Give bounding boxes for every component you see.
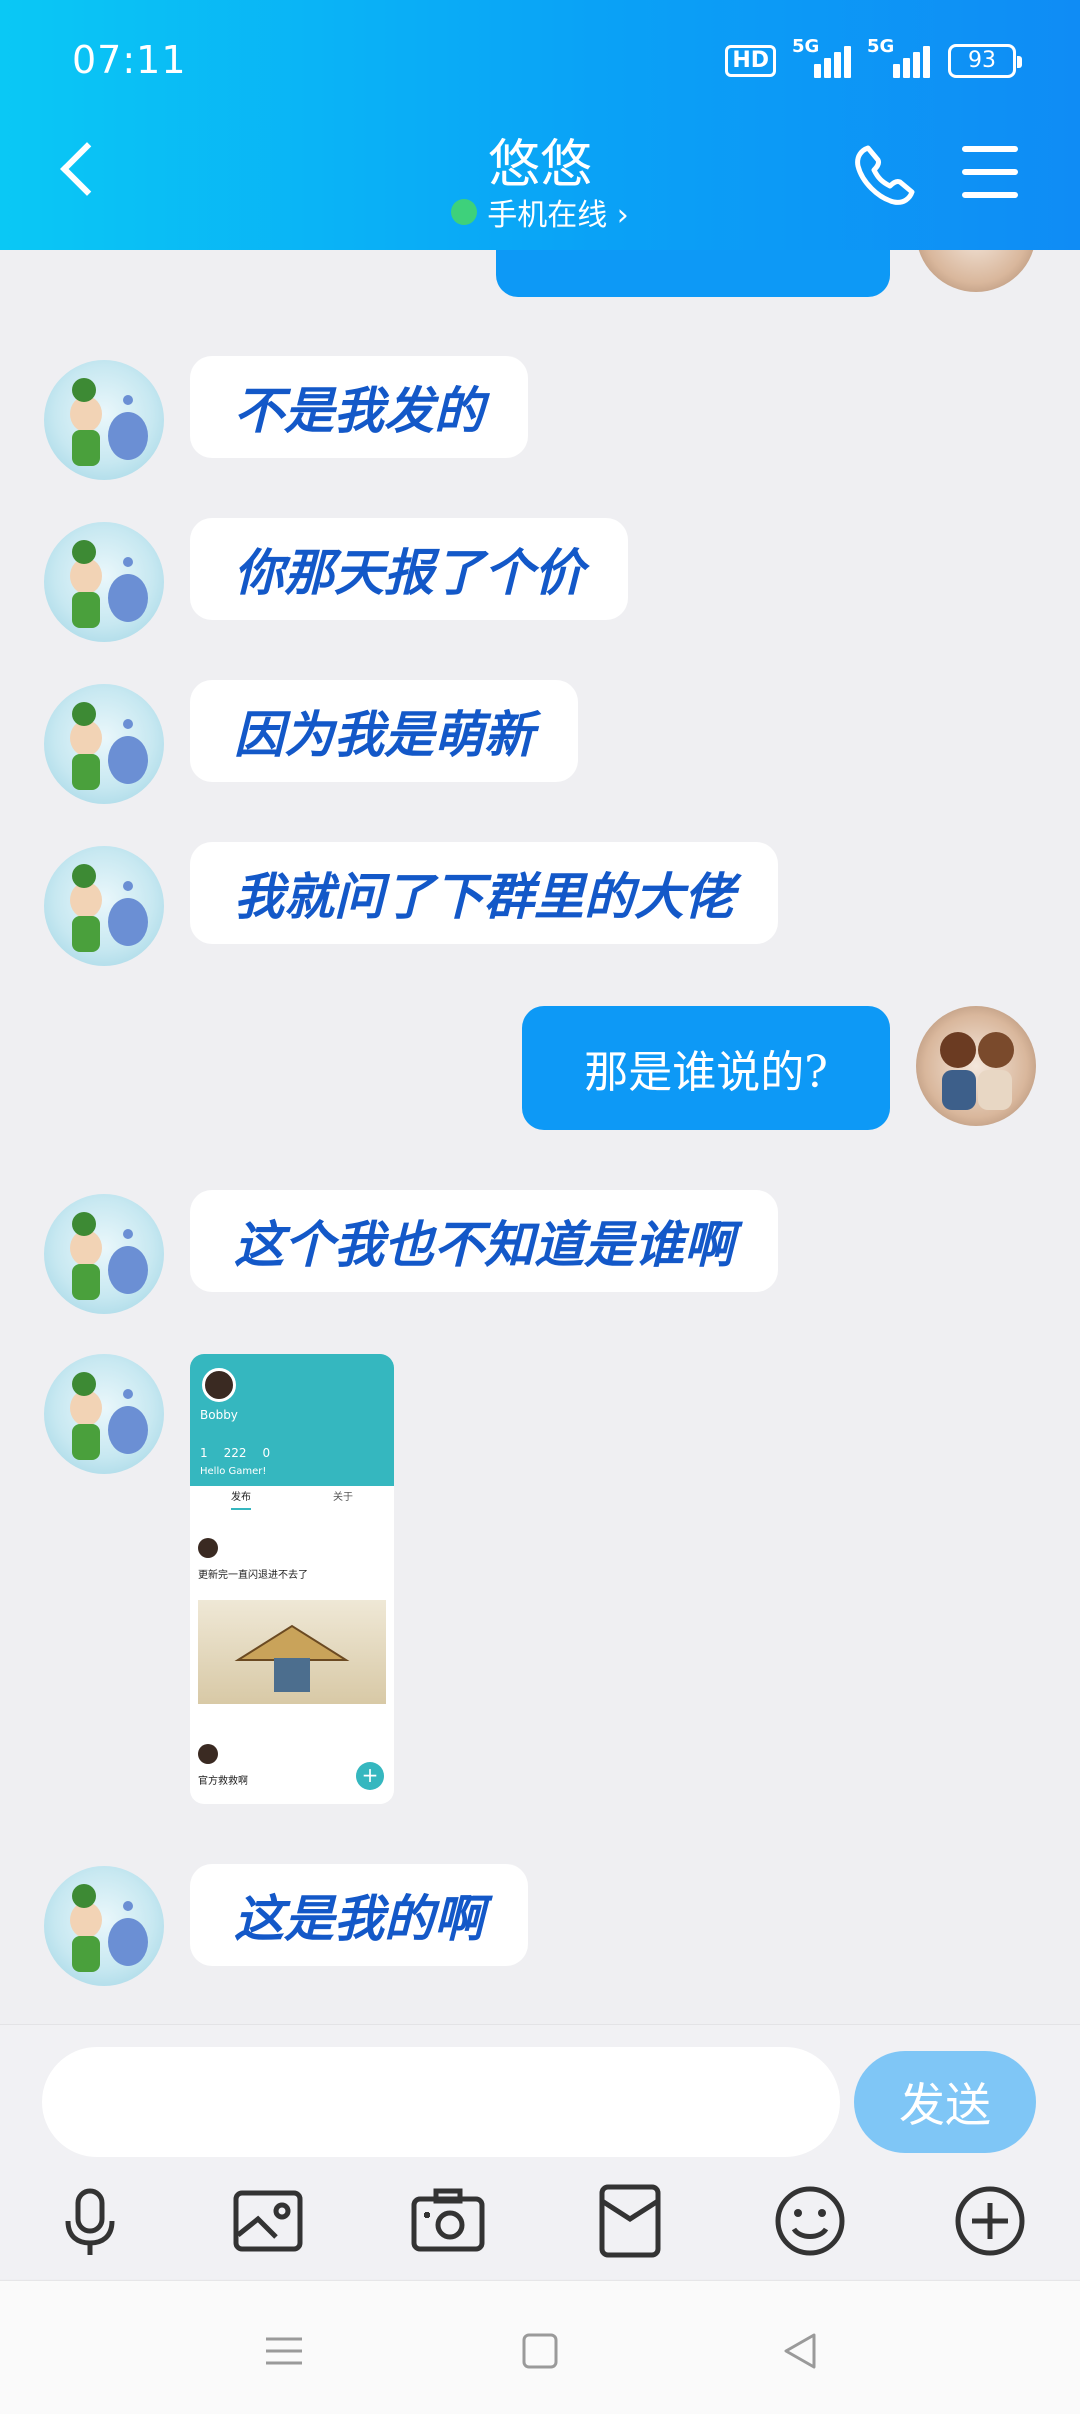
friend-avatar[interactable] [44,1866,164,1986]
post-title: 更新完一直闪退进不去了 [198,1570,308,1581]
menu-nav-icon[interactable] [254,2321,314,2381]
message-bubble-incoming[interactable]: 这是我的啊 [190,1864,528,1966]
chat-header: 07:11 HD 5G 5G 93 悠悠 手机在线 › [0,0,1080,250]
battery-icon: 93 [948,44,1022,78]
message-bubble-incoming[interactable]: 你那天报了个价 [190,518,628,620]
status-icons: HD 5G 5G 93 [725,36,1022,78]
menu-button[interactable] [962,146,1022,198]
system-nav-bar [0,2280,1080,2414]
message-input[interactable] [42,2047,840,2157]
image-message-screenshot[interactable]: Bobby 1 222 0 Hello Gamer! 发布 关于 更新完一直闪退进不去… [190,1354,394,1804]
plus-icon[interactable] [948,2179,1032,2263]
picture-icon[interactable] [226,2179,310,2263]
friend-avatar[interactable] [44,360,164,480]
friend-avatar[interactable] [44,1194,164,1314]
message-bubble-incoming[interactable]: 这个我也不知道是谁啊 [190,1190,778,1292]
message-bubble-incoming[interactable]: 我就问了下群里的大佬 [190,842,778,944]
profile-avatar [202,1368,236,1402]
post-avatar [198,1538,218,1558]
profile-bio: Hello Gamer! [200,1466,267,1477]
profile-name: Bobby [200,1408,238,1422]
input-bar: 发送 [0,2024,1080,2279]
post-avatar-2 [198,1744,218,1764]
profile-stats: 1 222 0 [200,1446,271,1460]
online-dot-icon [451,199,478,225]
emoji-icon[interactable] [768,2179,852,2263]
microphone-icon[interactable] [48,2179,132,2263]
profile-tabs: 发布 关于 [190,1488,394,1510]
my-avatar[interactable] [916,1006,1036,1126]
hd-icon: HD [725,45,776,77]
camera-icon[interactable] [406,2179,490,2263]
fab-plus-icon: + [356,1762,384,1790]
message-bubble-outgoing[interactable]: 那是谁说的? [522,1006,890,1130]
send-button[interactable]: 发送 [854,2051,1036,2153]
online-status-label: 手机在线 › [487,198,629,233]
status-time: 07:11 [72,38,187,82]
signal-5g-icon-2: 5G [867,36,930,78]
post-image [198,1600,386,1704]
phone-icon [855,145,915,205]
friend-avatar[interactable] [44,1354,164,1474]
message-bubble-incoming[interactable]: 因为我是萌新 [190,680,578,782]
home-square-icon[interactable] [510,2321,570,2381]
signal-5g-icon: 5G [792,36,851,78]
red-packet-icon[interactable] [588,2179,672,2263]
post-title-2: 官方救救啊 [198,1776,248,1787]
message-bubble-incoming[interactable]: 不是我发的 [190,356,528,458]
friend-avatar[interactable] [44,522,164,642]
call-button[interactable] [850,140,920,210]
back-triangle-icon[interactable] [770,2321,830,2381]
friend-avatar[interactable] [44,684,164,804]
friend-avatar[interactable] [44,846,164,966]
